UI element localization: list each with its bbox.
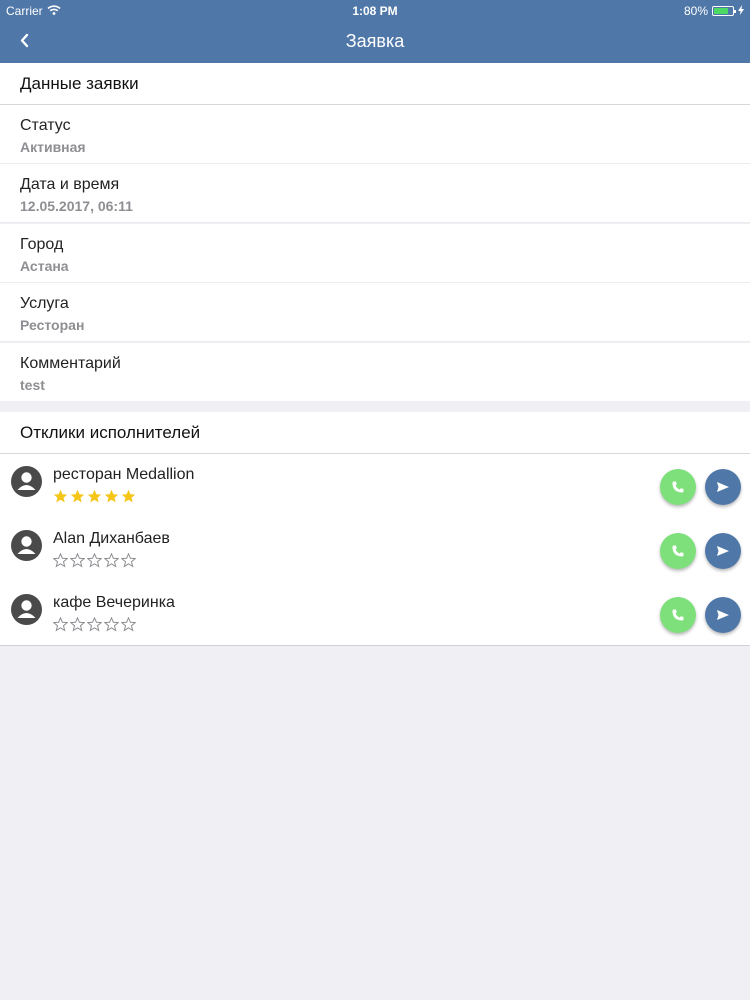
star-empty-icon: [104, 617, 119, 632]
user-icon: [17, 600, 36, 618]
field-city: Город Астана: [0, 224, 750, 283]
send-icon: [717, 610, 729, 620]
executor-name: ресторан Medallion: [53, 466, 195, 483]
star-filled-icon: [87, 489, 102, 503]
battery-icon: [712, 6, 736, 16]
field-service: Услуга Ресторан: [0, 283, 750, 342]
field-label: Услуга: [20, 295, 69, 312]
star-empty-icon: [87, 553, 102, 568]
app-header: Carrier 1:08 PM 80% Заявка: [0, 0, 750, 63]
avatar: [11, 466, 42, 497]
star-empty-icon: [87, 617, 102, 632]
user-icon: [17, 472, 36, 490]
call-button[interactable]: [660, 597, 696, 633]
field-label: Статус: [20, 117, 71, 134]
message-button[interactable]: [705, 469, 741, 505]
response-item[interactable]: Alan Диханбаев: [0, 518, 750, 583]
star-empty-icon: [104, 553, 119, 568]
star-empty-icon: [121, 617, 136, 632]
field-value: Ресторан: [20, 317, 85, 333]
field-label: Город: [20, 236, 64, 253]
send-icon: [717, 546, 729, 556]
status-time: 1:08 PM: [352, 4, 398, 18]
response-item[interactable]: ресторан Medallion: [0, 454, 750, 519]
response-item[interactable]: кафе Вечеринка: [0, 582, 750, 646]
call-button[interactable]: [660, 533, 696, 569]
executor-name: Alan Диханбаев: [53, 530, 170, 547]
executor-name: кафе Вечеринка: [53, 594, 175, 611]
field-value: 12.05.2017, 06:11: [20, 198, 133, 214]
charging-icon: [738, 4, 744, 18]
field-comment: Комментарий test: [0, 343, 750, 401]
send-icon: [717, 482, 729, 492]
field-value: Активная: [20, 139, 86, 155]
avatar: [11, 594, 42, 625]
field-value: Астана: [20, 258, 69, 274]
star-empty-icon: [70, 553, 85, 568]
field-status: Статус Активная: [0, 105, 750, 164]
star-empty-icon: [121, 553, 136, 568]
page-title: Заявка: [345, 31, 405, 51]
star-filled-icon: [53, 489, 68, 503]
phone-icon: [672, 545, 684, 557]
field-datetime: Дата и время 12.05.2017, 06:11: [0, 164, 750, 223]
field-value: test: [20, 377, 45, 393]
user-icon: [17, 536, 36, 554]
star-empty-icon: [70, 617, 85, 632]
star-filled-icon: [70, 489, 85, 503]
phone-icon: [672, 481, 684, 493]
star-empty-icon: [53, 617, 68, 632]
star-empty-icon: [53, 553, 68, 568]
details-section-header: Данные заявки: [0, 63, 750, 105]
rating-stars: [53, 489, 136, 504]
message-button[interactable]: [705, 533, 741, 569]
field-label: Дата и время: [20, 176, 120, 193]
field-label: Комментарий: [20, 355, 121, 372]
avatar: [11, 530, 42, 561]
status-bar: Carrier 1:08 PM 80%: [0, 0, 750, 22]
responses-section-header: Отклики исполнителей: [0, 412, 750, 454]
star-filled-icon: [104, 489, 119, 503]
battery-percent: 80%: [683, 4, 708, 18]
phone-icon: [672, 609, 684, 621]
rating-stars: [53, 617, 136, 632]
rating-stars: [53, 553, 136, 568]
nav-bar: Заявка: [0, 22, 750, 63]
call-button[interactable]: [660, 469, 696, 505]
message-button[interactable]: [705, 597, 741, 633]
star-filled-icon: [121, 489, 136, 503]
